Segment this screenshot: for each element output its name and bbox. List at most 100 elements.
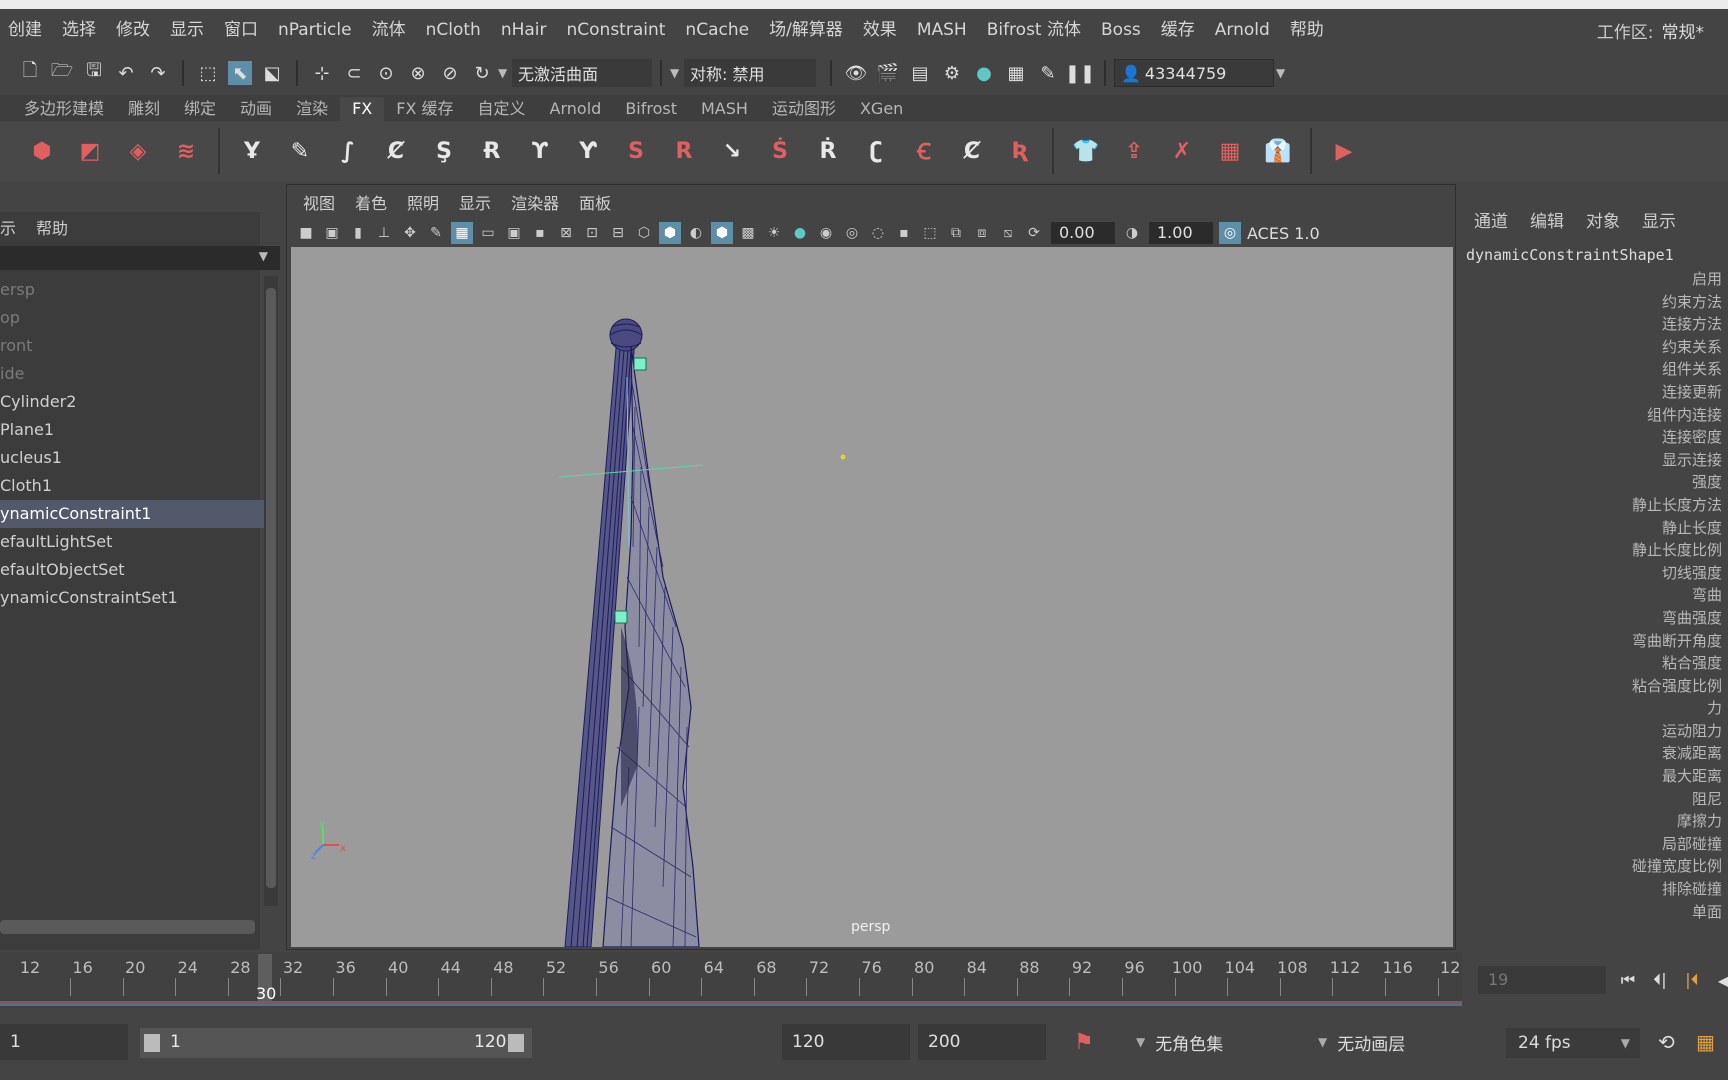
range-slider[interactable]: 1 120: [140, 1028, 532, 1058]
snap-curve-icon[interactable]: ⊂: [342, 61, 366, 85]
resolution-gate-icon[interactable]: ▣: [503, 222, 525, 244]
channel-box-menu-3[interactable]: 显示: [1642, 207, 1676, 232]
user-account-field[interactable]: 👤 43344759: [1114, 59, 1274, 87]
redo-icon[interactable]: ↷: [146, 61, 170, 85]
light-locator-icon[interactable]: [840, 454, 846, 460]
channel-attribute[interactable]: 切线强度: [1460, 562, 1728, 585]
create-fluid-container-icon[interactable]: ◩: [71, 132, 109, 170]
image-plane-icon[interactable]: ⊥: [373, 222, 395, 244]
outliner-item[interactable]: ynamicConstraint1: [0, 500, 264, 528]
curve-tool-icon[interactable]: ∫: [329, 132, 367, 170]
render-frame-icon[interactable]: 🎬: [876, 61, 900, 85]
menu-item-15[interactable]: Boss: [1091, 9, 1151, 51]
viewport-menu-4[interactable]: 渲染器: [511, 190, 559, 214]
shelf-tab-11[interactable]: 运动图形: [760, 97, 848, 121]
workspace-selector[interactable]: 工作区: 常规*: [1597, 9, 1704, 51]
ncloth-mesh-icon[interactable]: ▦: [1211, 132, 1249, 170]
viewport-menu-1[interactable]: 着色: [355, 190, 387, 214]
wireframe-on-shaded-icon[interactable]: ⬢: [711, 222, 733, 244]
channel-attribute[interactable]: 约束方法: [1460, 291, 1728, 314]
workspace-value[interactable]: 常规*: [1662, 18, 1705, 43]
channel-attribute[interactable]: 碰撞宽度比例: [1460, 855, 1728, 878]
fill-object-icon[interactable]: ≋: [167, 132, 205, 170]
channel-box-menu-0[interactable]: 通道: [1474, 207, 1508, 232]
range-start-handle[interactable]: [144, 1034, 160, 1052]
create-ncloth-icon[interactable]: 👕: [1067, 132, 1105, 170]
outliner-item[interactable]: ide: [0, 360, 264, 388]
menu-item-18[interactable]: 帮助: [1280, 9, 1334, 51]
channel-attribute[interactable]: 连接更新: [1460, 381, 1728, 404]
channel-attribute[interactable]: 单面: [1460, 901, 1728, 924]
channel-attribute[interactable]: 显示连接: [1460, 449, 1728, 472]
outliner-item[interactable]: efaultObjectSet: [0, 556, 264, 584]
constraint-r-icon[interactable]: Ɍ: [473, 132, 511, 170]
animation-start-field[interactable]: 1: [0, 1024, 128, 1060]
textured-icon[interactable]: ▩: [737, 222, 759, 244]
curve-s-icon[interactable]: ʗ: [857, 132, 895, 170]
shelf-tab-0[interactable]: 多边形建模: [12, 97, 116, 121]
channel-attribute[interactable]: 粘合强度: [1460, 652, 1728, 675]
ipr-render-icon[interactable]: ▤: [908, 61, 932, 85]
menu-item-11[interactable]: 场/解算器: [759, 9, 853, 51]
menu-item-14[interactable]: Bifrost 流体: [977, 9, 1091, 51]
select-object-icon[interactable]: ⬉: [228, 61, 252, 85]
outliner-item[interactable]: ucleus1: [0, 444, 264, 472]
menu-item-12[interactable]: 效果: [853, 9, 907, 51]
pin-icon[interactable]: ↘: [713, 132, 751, 170]
outliner-scrollbar[interactable]: [264, 276, 278, 906]
channel-attribute[interactable]: 组件关系: [1460, 358, 1728, 381]
node-name[interactable]: dynamicConstraintShape1: [1460, 246, 1728, 268]
shelf-tab-7[interactable]: 自定义: [466, 97, 538, 121]
render-sequence-icon[interactable]: ▦: [1004, 61, 1028, 85]
bookmark-icon[interactable]: ▮: [347, 222, 369, 244]
outliner-item[interactable]: efaultLightSet: [0, 528, 264, 556]
outliner-search-input[interactable]: ▼: [0, 246, 280, 270]
safe-action-icon[interactable]: ⊡: [581, 222, 603, 244]
shelf-tab-1[interactable]: 雕刻: [116, 97, 172, 121]
xray-components-icon[interactable]: ⧅: [997, 222, 1019, 244]
live-surface-field[interactable]: 无激活曲面: [512, 59, 652, 87]
menu-item-9[interactable]: nConstraint: [557, 9, 676, 51]
create-emitter-icon[interactable]: ◈: [119, 132, 157, 170]
gate-mask-icon[interactable]: ▪: [529, 222, 551, 244]
menu-item-2[interactable]: 修改: [106, 9, 160, 51]
channel-attribute[interactable]: 局部碰撞: [1460, 833, 1728, 856]
outliner-item[interactable]: ynamicConstraintSet1: [0, 584, 264, 612]
auto-key-icon[interactable]: ⚑: [1074, 1024, 1094, 1060]
hypershade-icon[interactable]: ●: [972, 61, 996, 85]
playblast-icon[interactable]: ▶: [1325, 132, 1363, 170]
create-particles-icon[interactable]: ⬢: [23, 132, 61, 170]
curve-cr-icon[interactable]: Ȼ: [953, 132, 991, 170]
channel-attribute[interactable]: 排除碰撞: [1460, 878, 1728, 901]
channel-attribute[interactable]: 弯曲: [1460, 584, 1728, 607]
fps-dropdown[interactable]: 24 fps ▼: [1506, 1028, 1640, 1058]
shadows-icon[interactable]: ●: [789, 222, 811, 244]
chevron-down-icon[interactable]: ▼: [259, 249, 268, 263]
outliner-item[interactable]: ront: [0, 332, 264, 360]
viewport-menu-0[interactable]: 视图: [303, 190, 335, 214]
anim-preferences-icon[interactable]: ▦: [1696, 1024, 1715, 1060]
render-view-icon[interactable]: 👁: [844, 61, 868, 85]
shelf-tab-8[interactable]: Arnold: [538, 97, 614, 121]
motion-blur-icon[interactable]: ◎: [841, 222, 863, 244]
color-management-icon[interactable]: ◎: [1219, 222, 1241, 244]
select-component-icon[interactable]: ⬕: [260, 61, 284, 85]
shelf-tab-10[interactable]: MASH: [689, 97, 760, 121]
new-scene-icon[interactable]: 🗋: [18, 60, 42, 85]
depth-of-field-icon[interactable]: ▪: [893, 222, 915, 244]
outliner-horizontal-scrollbar[interactable]: [0, 920, 255, 934]
safe-title-icon[interactable]: ⊟: [607, 222, 629, 244]
snap-view-icon[interactable]: ⊗: [406, 61, 430, 85]
play-backwards-icon[interactable]: ◀: [1708, 966, 1728, 994]
channel-attribute[interactable]: 粘合强度比例: [1460, 675, 1728, 698]
step-back-frame-icon[interactable]: |⏴: [1676, 966, 1708, 994]
curve-cs-icon[interactable]: Ꞓ: [905, 132, 943, 170]
select-hierarchy-icon[interactable]: ⬚: [196, 61, 220, 85]
channel-attribute[interactable]: 强度: [1460, 471, 1728, 494]
channel-attribute[interactable]: 静止长度比例: [1460, 539, 1728, 562]
lights-icon[interactable]: ☀: [763, 222, 785, 244]
outliner-menu-help[interactable]: 帮助: [36, 215, 68, 239]
film-gate-icon[interactable]: ▭: [477, 222, 499, 244]
character-set-dropdown[interactable]: ▼ 无角色集: [1136, 1024, 1223, 1060]
channel-attribute[interactable]: 组件内连接: [1460, 404, 1728, 427]
